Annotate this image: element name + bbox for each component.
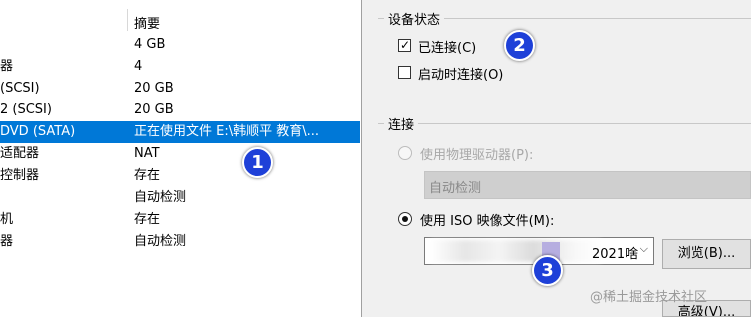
connection-group-border: [378, 123, 751, 124]
device-name: 器: [0, 234, 14, 249]
annotation-badge-2: 2: [504, 30, 535, 61]
connect-at-power-on-label[interactable]: 启动时连接(O): [418, 64, 503, 83]
chevron-down-icon[interactable]: ⌵: [640, 242, 648, 256]
physical-drive-value: 自动检测: [429, 181, 482, 196]
device-summary: 4: [134, 59, 143, 74]
connection-group-title: 连接: [384, 114, 419, 133]
device-summary: NAT: [134, 146, 160, 161]
device-name: 机: [0, 212, 14, 227]
device-summary: 4 GB: [134, 37, 166, 52]
physical-drive-select[interactable]: 自动检测: [424, 171, 751, 199]
annotation-badge-1: 1: [242, 147, 273, 178]
device-row-printer[interactable]: 机 存在: [0, 209, 360, 231]
device-row-display[interactable]: 器 自动检测: [0, 231, 360, 253]
device-name: DVD (SATA): [0, 124, 76, 139]
connected-checkbox[interactable]: ✓: [398, 38, 411, 52]
connected-label[interactable]: 已连接(C): [418, 37, 476, 56]
device-row-cd-dvd[interactable]: DVD (SATA) 正在使用文件 E:\韩顺平 教育\...: [0, 121, 360, 143]
physical-drive-label[interactable]: 使用物理驱动器(P):: [420, 144, 533, 163]
device-summary: 自动检测: [134, 234, 187, 249]
summary-column-header: 摘要: [134, 17, 161, 32]
device-summary: 20 GB: [134, 102, 174, 117]
list-header: 摘要: [0, 13, 361, 33]
device-row-sound-card[interactable]: 自动检测: [0, 187, 360, 209]
device-row-hard-disk-2[interactable]: 2 (SCSI) 20 GB: [0, 99, 360, 121]
device-summary: 存在: [134, 168, 161, 183]
checkmark-icon: ✓: [400, 38, 411, 52]
device-name: 器: [0, 59, 14, 74]
device-status-group-title: 设备状态: [384, 9, 445, 28]
device-row-memory[interactable]: 4 GB: [0, 34, 360, 56]
device-row-processors[interactable]: 器 4: [0, 56, 360, 78]
device-summary: 存在: [134, 212, 161, 227]
connect-at-power-on-checkbox[interactable]: [398, 66, 411, 79]
device-name: 2 (SCSI): [0, 102, 52, 117]
device-list[interactable]: 摘要 4 GB 器 4 (SCSI) 20 GB 2 (SCSI) 20 GB …: [0, 0, 362, 317]
device-row-usb-controller[interactable]: 控制器 存在: [0, 165, 360, 187]
device-name: 控制器: [0, 168, 40, 183]
device-summary: 自动检测: [134, 190, 187, 205]
device-summary: 20 GB: [134, 81, 174, 96]
advanced-button-label: 高级(V)...: [677, 305, 736, 317]
device-name: 适配器: [0, 146, 40, 161]
browse-button-label: 浏览(B)...: [677, 246, 736, 261]
iso-image-radio[interactable]: [398, 212, 412, 226]
iso-path-obscured: [431, 240, 601, 262]
device-name: (SCSI): [0, 81, 40, 96]
physical-drive-radio[interactable]: [398, 146, 412, 160]
device-row-hard-disk[interactable]: (SCSI) 20 GB: [0, 78, 360, 100]
watermark: @稀土掘金技术社区: [590, 290, 708, 305]
radio-selected-dot: [402, 216, 408, 222]
annotation-badge-3: 3: [532, 255, 563, 286]
device-summary: 正在使用文件 E:\韩顺平 教育\...: [134, 124, 320, 139]
iso-path-value: 2021啥: [592, 247, 639, 262]
device-row-network-adapter[interactable]: 适配器 NAT: [0, 143, 360, 165]
browse-button[interactable]: 浏览(B)...: [662, 239, 751, 269]
iso-image-label[interactable]: 使用 ISO 映像文件(M):: [420, 210, 554, 229]
